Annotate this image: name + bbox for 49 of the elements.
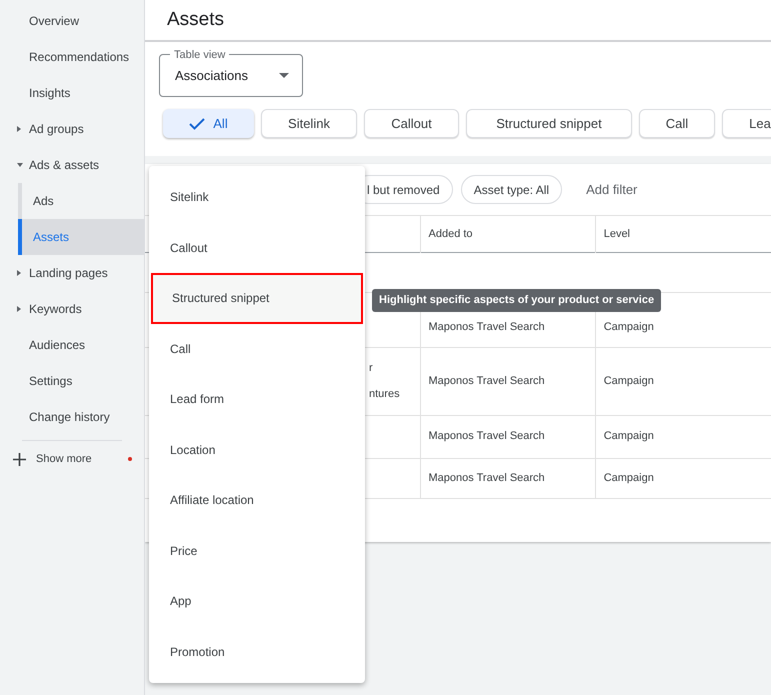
menu-item[interactable]: Affiliate location xyxy=(149,475,365,526)
filter-chip[interactable]: Call xyxy=(639,109,715,138)
column-header[interactable]: Added to xyxy=(420,216,596,252)
filter-chip[interactable]: Lea xyxy=(722,109,771,138)
menu-item[interactable]: Structured snippet xyxy=(151,273,363,324)
show-more-button[interactable]: Show more xyxy=(0,441,144,477)
nav-item[interactable]: Ads & assets xyxy=(0,147,144,183)
nav-item[interactable]: Overview xyxy=(0,3,144,39)
expand-arrow-icon[interactable] xyxy=(17,306,21,312)
menu-item[interactable]: Promotion xyxy=(149,626,365,677)
nav-item[interactable]: Audiences xyxy=(0,327,144,363)
table-cell: Maponos Travel Search xyxy=(428,430,545,442)
collapse-arrow-icon[interactable] xyxy=(17,163,23,167)
nav-item[interactable]: Ad groups xyxy=(0,111,144,147)
nav-item[interactable]: Recommendations xyxy=(0,39,144,75)
page-title: Assets xyxy=(167,8,224,32)
nav-item[interactable]: Keywords xyxy=(0,291,144,327)
nav-item[interactable]: Insights xyxy=(0,75,144,111)
table-cell: Campaign xyxy=(604,430,654,442)
menu-item[interactable]: Price xyxy=(149,526,365,576)
cell-text: ntures xyxy=(369,386,401,402)
filter-chip[interactable]: Callout xyxy=(364,109,459,138)
cell-text: r xyxy=(369,361,374,376)
menu-item[interactable]: Location xyxy=(149,424,365,475)
dropdown-arrow-icon xyxy=(279,73,289,78)
table-cell: Maponos Travel Search xyxy=(428,321,545,334)
table-cell: Campaign xyxy=(604,374,654,387)
nav-item[interactable]: Landing pages xyxy=(0,255,144,291)
menu-item[interactable]: App xyxy=(149,576,365,626)
table-cell: Maponos Travel Search xyxy=(428,472,545,484)
menu-item[interactable]: Lead form xyxy=(149,374,365,424)
check-icon xyxy=(189,118,206,130)
add-filter-button[interactable]: Add filter xyxy=(586,180,638,200)
column-header[interactable]: Level xyxy=(595,216,771,252)
filter-chip[interactable]: All xyxy=(163,109,254,138)
menu-item[interactable]: Callout xyxy=(149,222,365,273)
expand-arrow-icon[interactable] xyxy=(17,126,21,132)
expand-arrow-icon[interactable] xyxy=(17,270,21,276)
table-cell: Campaign xyxy=(604,472,654,484)
table-cell: Campaign xyxy=(604,321,654,334)
filter-chip[interactable]: Structured snippet xyxy=(466,109,632,138)
tooltip: Highlight specific aspects of your product or service xyxy=(372,289,662,312)
nav-item[interactable]: Settings xyxy=(0,363,144,399)
filter-chip[interactable]: Sitelink xyxy=(261,109,357,138)
nav-item[interactable]: Change history xyxy=(0,399,144,435)
plus-icon xyxy=(13,452,26,466)
filter-chip[interactable]: Asset type: All xyxy=(460,175,562,204)
table-cell: Maponos Travel Search xyxy=(428,374,545,387)
menu-item[interactable]: Call xyxy=(149,324,365,374)
